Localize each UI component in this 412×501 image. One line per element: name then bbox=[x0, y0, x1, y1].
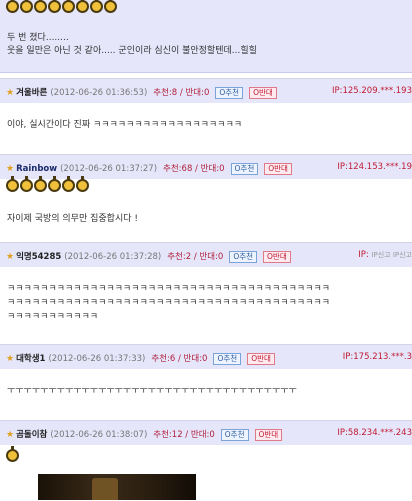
oppose-button[interactable]: O반대 bbox=[247, 353, 275, 365]
ip-address: IP:125.209.***.193 bbox=[331, 86, 412, 96]
medal-icon bbox=[34, 0, 47, 13]
vote-count: 추천:68 / 반대:0 bbox=[163, 164, 225, 174]
nickname[interactable]: 대학생1 bbox=[16, 354, 45, 364]
recommend-button[interactable]: O추천 bbox=[220, 429, 249, 441]
vote-count: 추천:12 / 반대:0 bbox=[153, 430, 215, 440]
medal-icon bbox=[6, 446, 19, 462]
recommend-button[interactable]: O추천 bbox=[215, 87, 244, 99]
oppose-button[interactable]: O반대 bbox=[264, 163, 292, 175]
photo-glass-shape bbox=[92, 478, 118, 500]
comment-header: ★ 대학생1 (2012-06-26 01:37:33) 추천:6 / 반대:0 O추천… bbox=[0, 345, 412, 369]
nickname[interactable]: Rainbow bbox=[16, 164, 57, 174]
comment-header: ★ 곰돌이참 (2012-06-26 01:38:07) 추천:12 / 반대:0 O추… bbox=[0, 421, 412, 445]
nickname[interactable]: 겨울바른 bbox=[16, 88, 47, 98]
comment-text: 자이제 국방의 의무만 집중합시다 ! bbox=[7, 214, 138, 224]
comment-item: ★ Rainbow (2012-06-26 01:37:27) 추천:68 / 반대:… bbox=[0, 154, 412, 243]
comment-item: ★ 겨울바른 (2012-06-26 01:36:53) 추천:8 / 반대:0 O추천… bbox=[0, 78, 412, 155]
ip-address: IP:175.213.***.3 bbox=[342, 352, 412, 362]
medal-row bbox=[6, 446, 19, 465]
vote-count: 추천:2 / 반대:0 bbox=[167, 252, 224, 262]
recommend-button[interactable]: O추천 bbox=[229, 251, 258, 263]
comment-item: ★ 익명54285 (2012-06-26 01:37:28) 추천:2 / 반대:0… bbox=[0, 242, 412, 345]
medal-icon bbox=[76, 176, 89, 192]
medal-icon bbox=[76, 0, 89, 13]
medal-icon bbox=[6, 176, 19, 192]
comment-header: ★ Rainbow (2012-06-26 01:37:27) 추천:68 / 반대:… bbox=[0, 155, 412, 179]
timestamp: (2012-06-26 01:37:33) bbox=[48, 354, 146, 364]
oppose-button[interactable]: O반대 bbox=[254, 429, 283, 441]
comment-text: 웃을 일만은 아닌 것 같아..... 군인이라 심신이 불안정할텐데...힐힐 bbox=[7, 46, 257, 56]
medal-icon bbox=[62, 176, 75, 192]
comment-text: ㅋㅋㅋㅋㅋㅋㅋㅋㅋㅋㅋㅋㅋㅋㅋㅋㅋㅋㅋㅋㅋㅋㅋㅋㅋㅋㅋㅋㅋㅋㅋㅋㅋㅋㅋㅋㅋㅋㅋ bbox=[7, 284, 330, 294]
comment-header: ★ 익명54285 (2012-06-26 01:37:28) 추천:2 / 반대:0… bbox=[0, 243, 412, 267]
star-icon: ★ bbox=[6, 164, 15, 174]
medal-row bbox=[6, 0, 117, 16]
oppose-button[interactable]: O반대 bbox=[249, 87, 277, 99]
star-icon: ★ bbox=[6, 354, 15, 364]
medal-icon bbox=[6, 0, 19, 13]
ip-address: IP:124.153.***.19 bbox=[337, 162, 412, 172]
medal-icon bbox=[90, 0, 103, 13]
medal-icon bbox=[20, 176, 33, 192]
ip-address: IP: IP신고 IP신고 bbox=[358, 250, 412, 260]
timestamp: (2012-06-26 01:38:07) bbox=[50, 430, 148, 440]
oppose-button[interactable]: O반대 bbox=[263, 251, 291, 263]
medal-icon bbox=[20, 0, 33, 13]
timestamp: (2012-06-26 01:37:28) bbox=[64, 252, 162, 262]
nickname[interactable]: 곰돌이참 bbox=[16, 430, 47, 440]
vote-count: 추천:6 / 반대:0 bbox=[151, 354, 208, 364]
comment-text: ㅋㅋㅋㅋㅋㅋㅋㅋㅋㅋㅋ bbox=[7, 312, 99, 322]
comment-item: ★ 대학생1 (2012-06-26 01:37:33) 추천:6 / 반대:0 O추천… bbox=[0, 344, 412, 421]
recommend-button[interactable]: O추천 bbox=[230, 163, 259, 175]
comment-text: ㅋㅋㅋㅋㅋㅋㅋㅋㅋㅋㅋㅋㅋㅋㅋㅋㅋㅋㅋㅋㅋㅋㅋㅋㅋㅋㅋㅋㅋㅋㅋㅋㅋㅋㅋㅋㅋㅋㅋ bbox=[7, 298, 330, 308]
comment-header: ★ 겨울바른 (2012-06-26 01:36:53) 추천:8 / 반대:0 O추천… bbox=[0, 79, 412, 103]
ip-label: IP: bbox=[358, 250, 369, 260]
star-icon: ★ bbox=[6, 252, 15, 262]
medal-icon bbox=[104, 0, 117, 13]
medal-icon bbox=[62, 0, 75, 13]
recommend-button[interactable]: O추천 bbox=[213, 353, 242, 365]
timestamp: (2012-06-26 01:37:27) bbox=[60, 164, 158, 174]
ip-address: IP:58.234.***.243 bbox=[337, 428, 412, 438]
previous-comment: 두 번 졌다........ 웃을 일만은 아닌 것 같아..... 군인이라 … bbox=[0, 0, 412, 73]
comment-text: 이야, 실시간이다 진짜 ㅋㅋㅋㅋㅋㅋㅋㅋㅋㅋㅋㅋㅋㅋㅋㅋㅋㅋ bbox=[7, 120, 243, 130]
medal-row bbox=[6, 176, 89, 195]
star-icon: ★ bbox=[6, 430, 15, 440]
comment-text: 두 번 졌다........ bbox=[7, 33, 69, 43]
nickname[interactable]: 익명54285 bbox=[16, 252, 61, 262]
comment-text: ㅜㅜㅜㅜㅜㅜㅜㅜㅜㅜㅜㅜㅜㅜㅜㅜㅜㅜㅜㅜㅜㅜㅜㅜㅜㅜㅜㅜㅜㅜㅜㅜㅜㅜㅜ bbox=[7, 386, 297, 396]
medal-icon bbox=[48, 0, 61, 13]
medal-icon bbox=[48, 176, 61, 192]
timestamp: (2012-06-26 01:36:53) bbox=[50, 88, 148, 98]
ip-report-link[interactable]: IP신고 IP신고 bbox=[371, 251, 412, 259]
star-icon: ★ bbox=[6, 88, 15, 98]
medal-icon bbox=[34, 176, 47, 192]
vote-count: 추천:8 / 반대:0 bbox=[153, 88, 210, 98]
